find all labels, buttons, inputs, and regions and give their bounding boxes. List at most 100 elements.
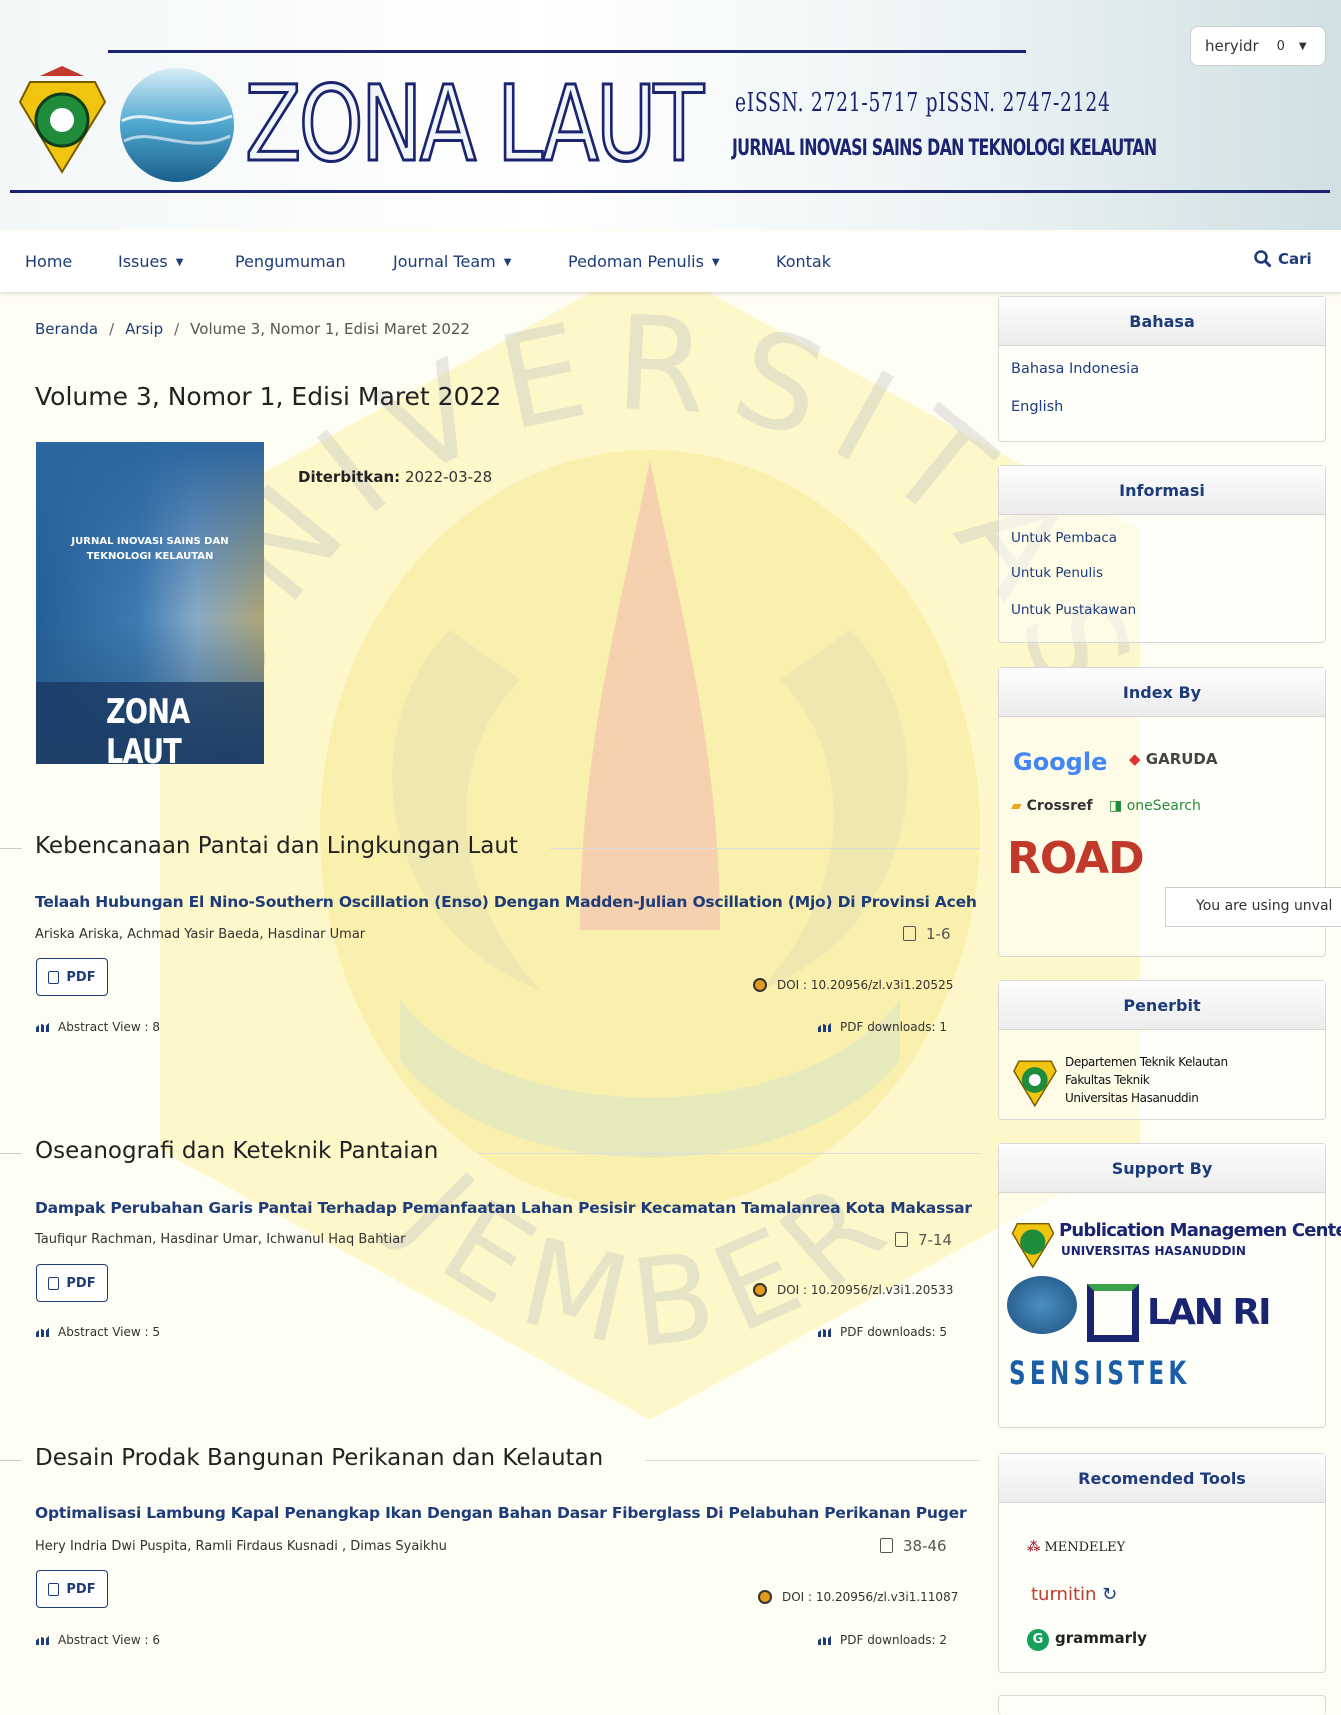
pdf-file-icon	[48, 1582, 60, 1596]
sensistek-logo[interactable]: SENSISTEK	[1009, 1354, 1191, 1392]
nav-pengumuman[interactable]: Pengumuman	[235, 252, 346, 271]
pmc-logo-subtitle: UNIVERSITAS HASANUDDIN	[1061, 1244, 1246, 1258]
section-heading: Oseanografi dan Keteknik Pantaian	[35, 1138, 439, 1164]
info-link-pembaca[interactable]: Untuk Pembaca	[1011, 530, 1117, 546]
section-rule	[550, 848, 980, 849]
search-button[interactable]: Cari	[1254, 250, 1312, 268]
language-link-indonesia[interactable]: Bahasa Indonesia	[1011, 361, 1139, 377]
sidebar-penerbit: Penerbit Departemen Teknik Kelautan Faku…	[998, 980, 1326, 1120]
nav-journal-team[interactable]: Journal Team ▼	[393, 252, 511, 271]
road-logo[interactable]: ROAD	[1007, 833, 1145, 884]
sidebar-support-by: Support By Publication Managemen Center …	[998, 1143, 1341, 1428]
garuda-icon: ◆	[1129, 750, 1141, 768]
mendeley-logo[interactable]: ⁂ MENDELEY	[1027, 1540, 1125, 1555]
turnitin-label: turnitin	[1031, 1584, 1097, 1605]
article-doi[interactable]: DOI : 10.20956/zl.v3i1.20533	[753, 1283, 953, 1297]
file-icon	[903, 926, 916, 941]
header-rule-top	[108, 50, 1026, 53]
pdf-button[interactable]: PDF	[36, 1570, 108, 1608]
sidebar-next-box	[998, 1695, 1326, 1715]
grammarly-label: grammarly	[1055, 1629, 1147, 1647]
nav-pedoman-penulis[interactable]: Pedoman Penulis ▼	[568, 252, 720, 271]
published-value: 2022-03-28	[404, 468, 493, 486]
cover-heading: JURNAL INOVASI SAINS DAN TEKNOLOGI KELAU…	[71, 536, 229, 562]
lan-ri-logo[interactable]: LAN RI	[1147, 1292, 1272, 1333]
pdf-button[interactable]: PDF	[36, 1264, 108, 1302]
pdf-file-icon	[48, 970, 60, 984]
sidebar-heading: Informasi	[999, 466, 1325, 515]
crossref-icon: ▰	[1011, 798, 1022, 814]
onesearch-logo[interactable]: ◨ oneSearch	[1109, 798, 1201, 814]
lan-ri-icon	[1087, 1284, 1139, 1342]
main-navigation: Home Issues ▼ Pengumuman Journal Team ▼ Pe…	[0, 232, 1341, 292]
stats-icon	[36, 1020, 52, 1032]
nav-issues[interactable]: Issues ▼	[118, 252, 183, 271]
pdf-button-label: PDF	[66, 969, 96, 985]
article-title-link[interactable]: Telaah Hubungan El Nino-Southern Oscilla…	[35, 893, 977, 911]
doi-icon	[753, 978, 767, 992]
pdf-downloads: PDF downloads: 5	[818, 1325, 947, 1339]
sensistek-emblem-icon	[1007, 1276, 1077, 1334]
search-label: Cari	[1278, 250, 1312, 268]
stats-icon	[818, 1633, 834, 1645]
article-title-link[interactable]: Optimalisasi Lambung Kapal Penangkap Ika…	[35, 1504, 967, 1522]
section-heading: Desain Prodak Bangunan Perikanan dan Kel…	[35, 1445, 604, 1471]
nav-pengumuman-label: Pengumuman	[235, 252, 346, 271]
google-scholar-logo[interactable]: Google	[1013, 748, 1107, 776]
chevron-down-icon: ▼	[1298, 40, 1307, 52]
section-rule	[645, 1460, 980, 1461]
article-title-link[interactable]: Dampak Perubahan Garis Pantai Terhadap P…	[35, 1199, 972, 1217]
site-title: ZONA LAUT	[244, 63, 706, 185]
pmc-logo-title[interactable]: Publication Managemen Center	[1059, 1220, 1341, 1241]
pdf-button-label: PDF	[66, 1275, 96, 1291]
nav-home[interactable]: Home	[25, 252, 72, 271]
user-menu-button[interactable]: heryidr 0 ▼	[1190, 26, 1326, 66]
info-link-penulis[interactable]: Untuk Penulis	[1011, 565, 1103, 581]
issue-cover-image[interactable]: JURNAL INOVASI SAINS DAN TEKNOLOGI KELAU…	[36, 442, 264, 764]
article-pages: 38-46	[880, 1537, 947, 1555]
publisher-line: Universitas Hasanuddin	[1065, 1091, 1199, 1105]
abstract-views-text: Abstract View : 5	[58, 1325, 160, 1339]
site-subtitle: JURNAL INOVASI SAINS DAN TEKNOLOGI KELAU…	[732, 136, 1157, 161]
site-header: ZONA LAUT eISSN. 2721-5717 pISSN. 2747-2…	[0, 0, 1341, 230]
abstract-views: Abstract View : 5	[36, 1325, 160, 1339]
info-link-pustakawan[interactable]: Untuk Pustakawan	[1011, 602, 1136, 618]
doi-icon	[753, 1283, 767, 1297]
turnitin-logo[interactable]: turnitin ↻	[1031, 1584, 1117, 1605]
page-title: Volume 3, Nomor 1, Edisi Maret 2022	[35, 382, 502, 411]
grammarly-logo[interactable]: Ggrammarly	[1027, 1629, 1147, 1651]
breadcrumb-archive-link[interactable]: Arsip	[125, 320, 163, 338]
stats-icon	[818, 1020, 834, 1032]
chevron-down-icon: ▼	[175, 257, 184, 268]
unhas-emblem-logo	[18, 66, 107, 174]
garuda-label: GARUDA	[1145, 750, 1218, 768]
nav-home-label: Home	[25, 252, 73, 271]
pdf-downloads-text: PDF downloads: 5	[840, 1325, 947, 1339]
user-name: heryidr	[1205, 37, 1259, 55]
nav-kontak[interactable]: Kontak	[776, 252, 831, 271]
crossref-logo[interactable]: ▰ Crossref	[1011, 798, 1093, 814]
sidebar-informasi: Informasi Untuk Pembaca Untuk Penulis Un…	[998, 465, 1326, 643]
article-pages-value: 38-46	[903, 1537, 947, 1555]
notification-count: 0	[1276, 38, 1285, 54]
language-link-english[interactable]: English	[1011, 399, 1063, 415]
doi-text: DOI : 10.20956/zl.v3i1.20525	[777, 978, 954, 992]
doi-text: DOI : 10.20956/zl.v3i1.11087	[782, 1590, 959, 1604]
watermark-text-bottom: JEMBER	[371, 1143, 905, 1376]
stats-icon	[36, 1325, 52, 1337]
breadcrumb-home-link[interactable]: Beranda	[35, 320, 98, 338]
chevron-down-icon: ▼	[711, 257, 720, 268]
file-icon	[895, 1232, 908, 1247]
file-icon	[880, 1538, 893, 1553]
article-doi[interactable]: DOI : 10.20956/zl.v3i1.11087	[758, 1590, 958, 1604]
sidebar-heading: Recomended Tools	[999, 1454, 1325, 1503]
article-pages: 7-14	[895, 1231, 952, 1249]
chevron-down-icon: ▼	[503, 257, 512, 268]
unsupported-browser-tooltip: You are using unval	[1165, 887, 1341, 927]
pdf-button[interactable]: PDF	[36, 958, 108, 996]
article-doi[interactable]: DOI : 10.20956/zl.v3i1.20525	[753, 978, 953, 992]
nav-kontak-label: Kontak	[776, 252, 831, 271]
garuda-logo[interactable]: ◆ GARUDA	[1129, 750, 1218, 768]
unhas-emblem-logo	[1013, 1060, 1057, 1108]
search-icon	[1254, 250, 1272, 268]
